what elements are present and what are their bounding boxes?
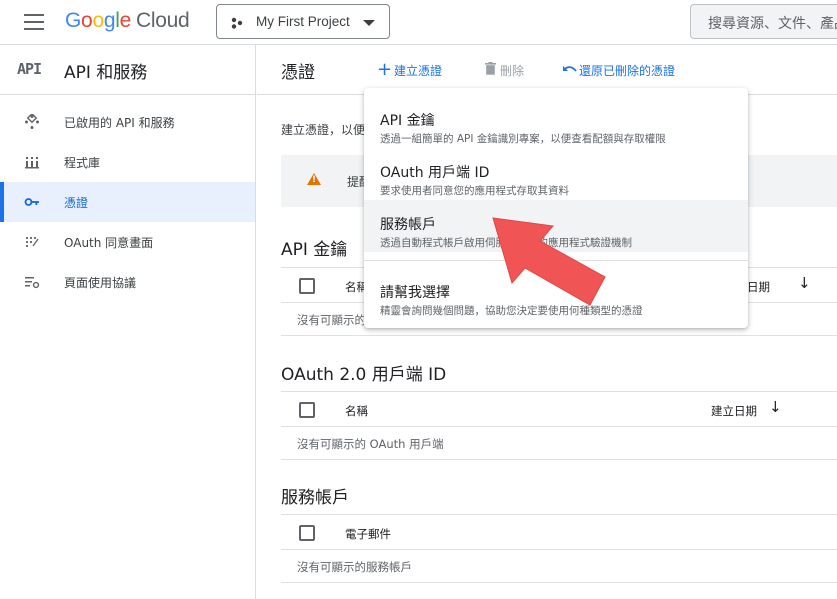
menu-divider [364, 260, 748, 261]
column-email[interactable]: 電子郵件 [345, 526, 391, 542]
sidebar-item-credentials[interactable]: 憑證 [0, 182, 255, 222]
trash-icon [483, 62, 497, 78]
restore-deleted-credentials-button[interactable]: 還原已刪除的憑證 [562, 62, 675, 79]
service-accounts-table-header: 電子郵件 [281, 514, 837, 550]
google-cloud-logo[interactable]: Google Cloud [65, 9, 190, 33]
menu-item-api-key[interactable]: API 金鑰 透過一組簡單的 API 金鑰識別專案，以便查看配額與存取權限 [364, 96, 748, 148]
hamburger-icon[interactable] [24, 14, 44, 30]
menu-item-oauth-client-id[interactable]: OAuth 用戶端 ID 要求使用者同意您的應用程式存取其資料 [364, 148, 748, 200]
sidebar-item-label: 程式庫 [64, 156, 101, 170]
page-title: 憑證 [281, 63, 315, 83]
service-accounts-empty-row: 沒有可顯示的服務帳戶 [281, 550, 837, 583]
menu-item-help-me-choose[interactable]: 請幫我選擇 精靈會詢問幾個問題，協助您決定要使用何種類型的憑證 [364, 268, 748, 320]
column-name[interactable]: 名稱 [345, 403, 368, 419]
select-all-checkbox[interactable] [299, 525, 315, 541]
api-keys-title: API 金鑰 [281, 240, 348, 260]
api-badge-icon: API [17, 60, 42, 78]
sidebar-item-label: 憑證 [64, 196, 89, 210]
sidebar-item-library[interactable]: 程式庫 [0, 142, 255, 182]
select-all-checkbox[interactable] [299, 402, 315, 418]
sidebar-item-label: OAuth 同意畫面 [64, 236, 154, 250]
column-created-date[interactable]: 建立日期 [711, 403, 757, 419]
project-name: My First Project [256, 14, 350, 29]
dots-grid-icon [25, 236, 39, 248]
oauth-table-header: 名稱 建立日期 ↓ [281, 391, 837, 427]
sidebar-item-oauth-consent[interactable]: OAuth 同意畫面 [0, 222, 255, 262]
api-diamond-icon [25, 114, 39, 129]
search-input[interactable]: 搜尋資源、文件、產品等 [690, 4, 837, 39]
undo-icon [562, 64, 577, 78]
service-accounts-title: 服務帳戶 [281, 488, 349, 508]
sort-arrow-icon[interactable]: ↓ [769, 398, 782, 416]
project-dots-icon [231, 17, 243, 29]
oauth-empty-row: 沒有可顯示的 OAuth 用戶端 [281, 427, 837, 460]
sidebar: API API 和服務 已啟用的 API 和服務 程式庫 憑證 OAuth 同意… [0, 45, 256, 599]
library-icon [25, 157, 39, 169]
create-credentials-menu: API 金鑰 透過一組簡單的 API 金鑰識別專案，以便查看配額與存取權限 OA… [364, 88, 748, 328]
sidebar-title: API 和服務 [64, 63, 148, 83]
menu-item-service-account[interactable]: 服務帳戶 透過自動程式帳戶啟用伺服器之間的應用程式驗證機制 [364, 200, 748, 252]
sidebar-item-page-usage-agreements[interactable]: 頁面使用協議 [0, 262, 255, 302]
project-selector[interactable]: My First Project [216, 4, 390, 39]
chevron-down-icon [363, 20, 375, 26]
top-bar: GoogleCloud My First Project 搜尋資源、文件、產品等 [0, 0, 837, 45]
sidebar-item-enabled-apis[interactable]: 已啟用的 API 和服務 [0, 102, 255, 142]
select-all-checkbox[interactable] [299, 278, 315, 294]
key-icon [24, 198, 39, 206]
sidebar-item-label: 頁面使用協議 [64, 276, 137, 290]
intro-text: 建立憑證，以便 [281, 123, 366, 137]
sidebar-header: API API 和服務 [0, 45, 255, 95]
plus-icon: + [377, 59, 393, 80]
sort-arrow-icon[interactable]: ↓ [798, 274, 811, 292]
delete-button[interactable]: 刪除 [483, 62, 524, 79]
search-placeholder: 搜尋資源、文件、產品等 [708, 16, 837, 32]
settings-list-icon [25, 277, 40, 289]
oauth-clients-title: OAuth 2.0 用戶端 ID [281, 365, 447, 385]
create-credentials-button[interactable]: + 建立憑證 [377, 59, 442, 80]
sidebar-item-label: 已啟用的 API 和服務 [64, 116, 175, 130]
